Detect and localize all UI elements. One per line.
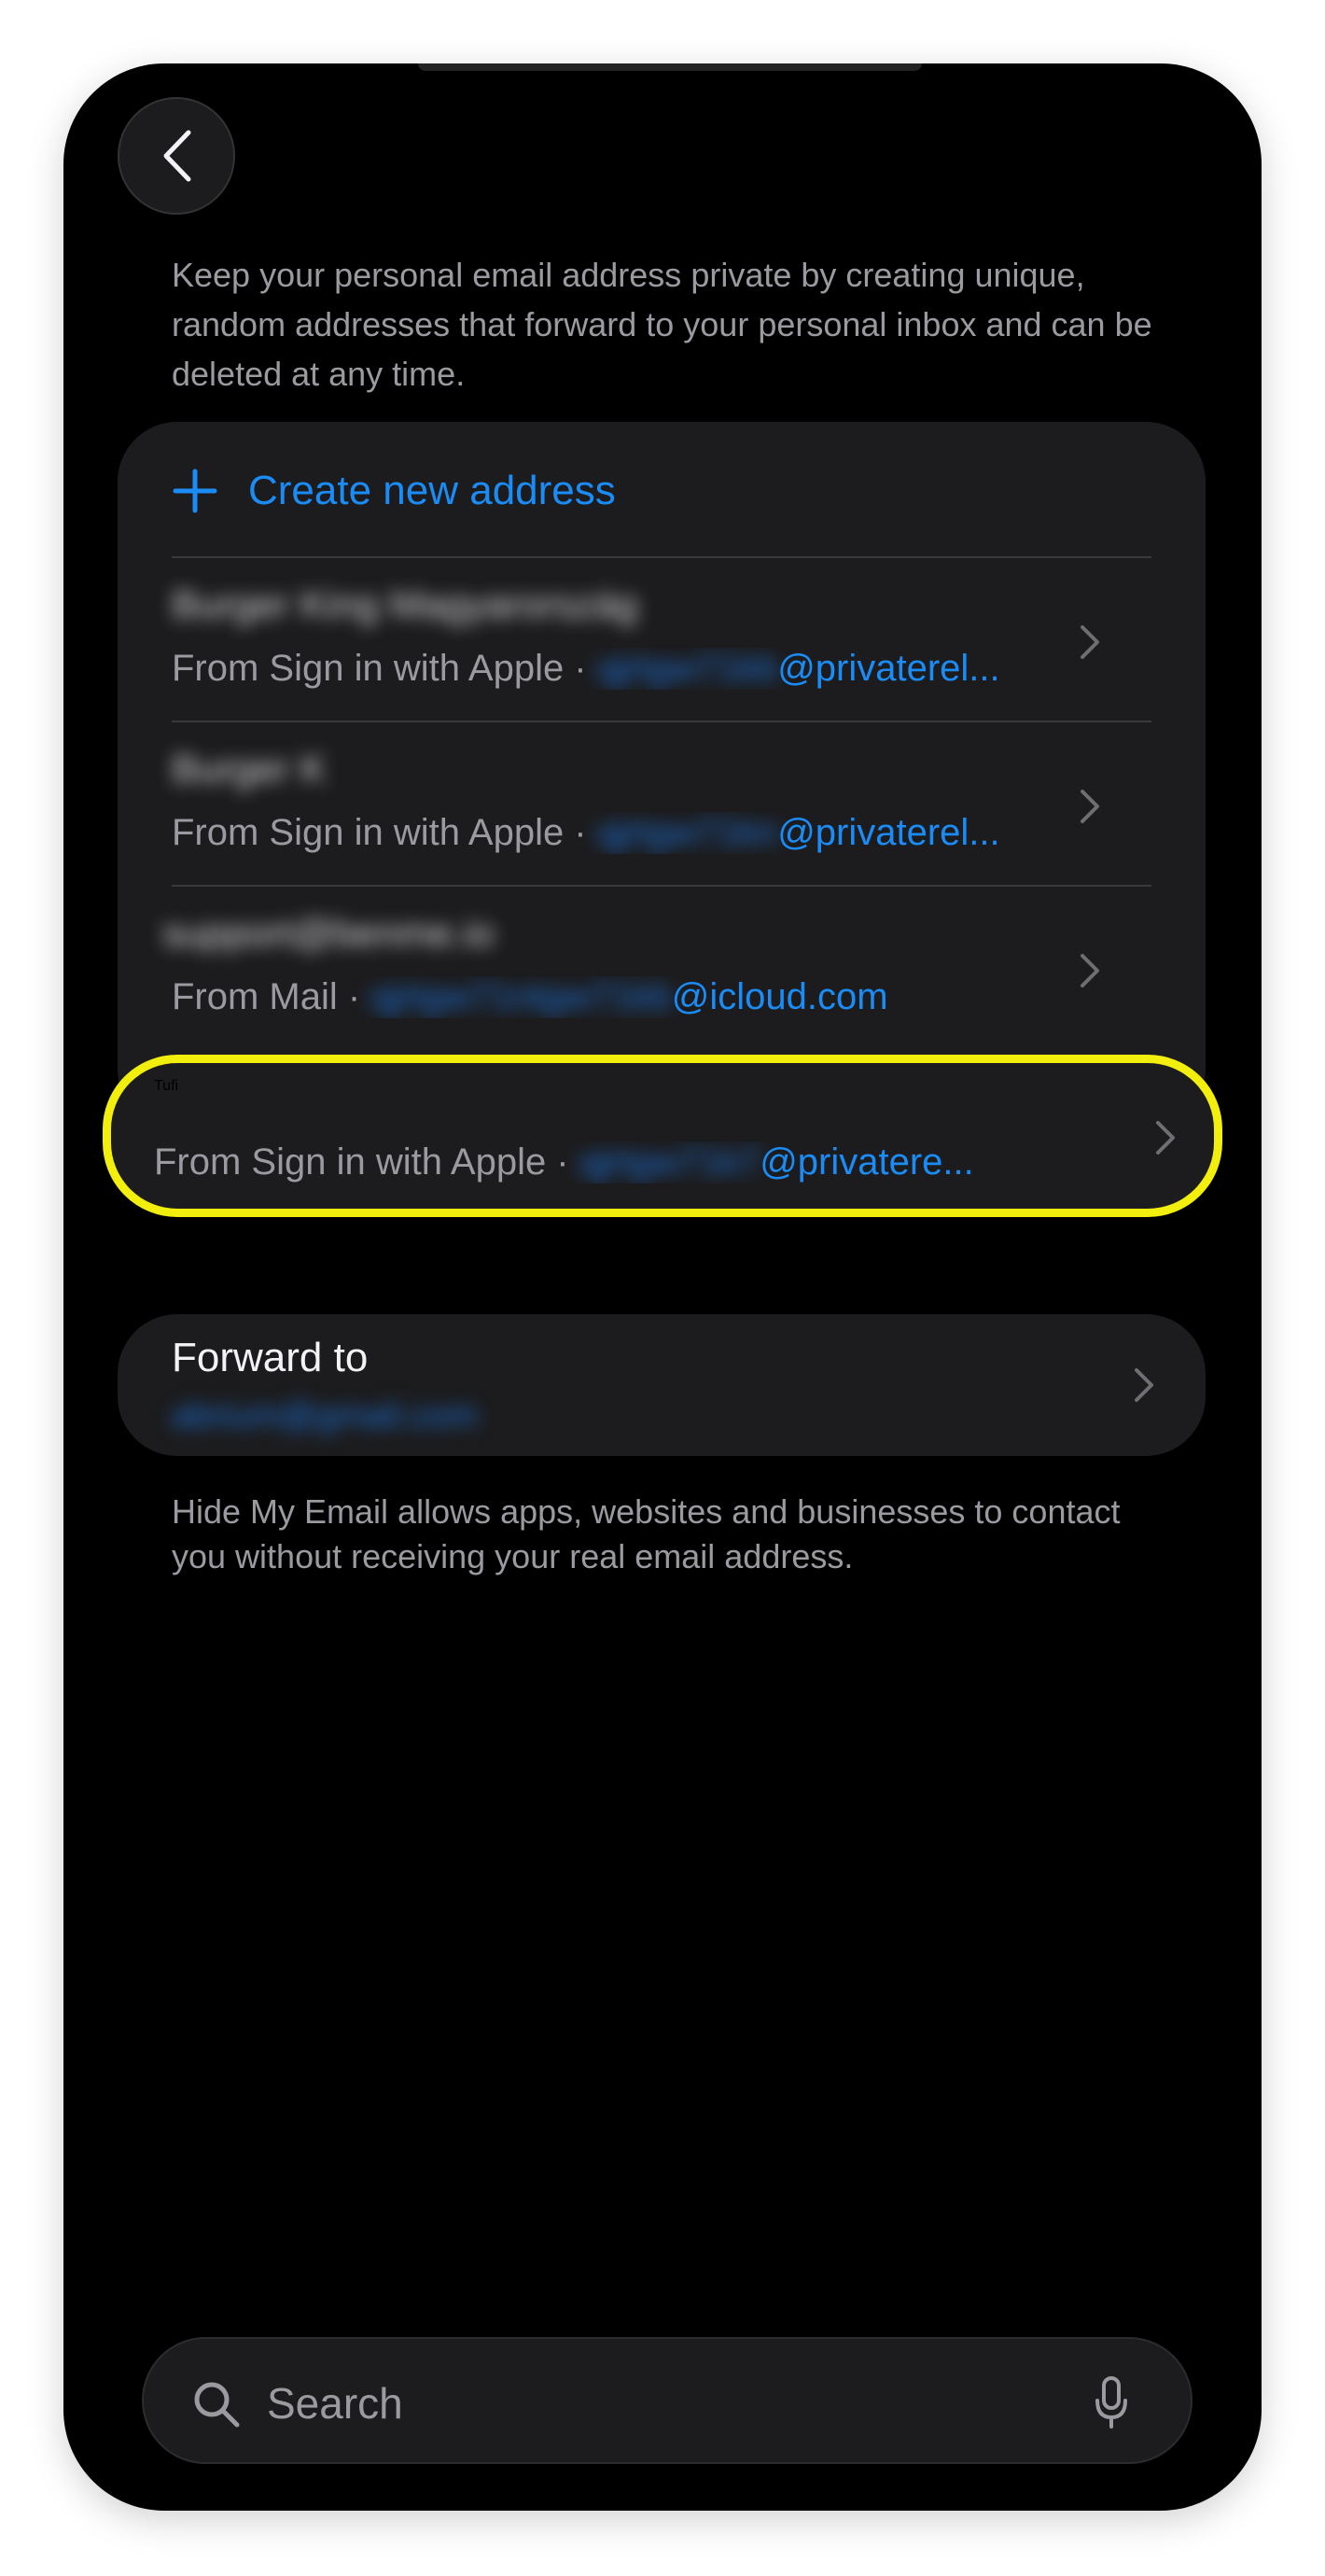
plus-icon [173,469,217,513]
intro-description: Keep your personal email address private… [172,256,1152,393]
chevron-left-icon [163,130,191,182]
address-subtitle: From Sign in with Apple · qjrtgw71kn@pri… [172,812,1105,854]
chevron-right-icon [1081,625,1099,659]
address-row[interactable]: Burger K From Sign in with Apple · qjrtg… [172,722,1151,887]
address-row[interactable]: support@benme.io From Mail · qjrtgw71ntg… [162,887,1151,1051]
address-source: From Mail · [172,976,371,1017]
magnifier-icon [194,2382,240,2428]
address-title: Tufi [154,1078,179,1094]
create-new-address-label: Create new address [248,468,616,513]
search-bar[interactable] [142,2337,1192,2464]
highlighted-address-row[interactable]: Tufi From Sign in with Apple · qjrtgw71k… [103,1055,1222,1217]
forward-to-label: Forward to [172,1335,369,1380]
chevron-right-icon [1135,1368,1153,1402]
address-title: support@benme.io [162,911,495,955]
address-email-local: qjrtgw71ntgw71kb [370,976,672,1017]
address-email-domain: @privatere... [760,1141,974,1183]
address-subtitle: From Mail · qjrtgw71ntgw71kb@icloud.com [172,976,1105,1018]
phone-screen: Keep your personal email address private… [63,63,1262,2511]
address-email-domain: @privaterel... [777,812,1000,853]
address-subtitle: From Sign in with Apple · qjrtgw71kb@pri… [172,648,1105,690]
search-input[interactable] [265,2367,1071,2440]
address-email-domain: @privaterel... [777,648,1000,689]
footnote-text: Hide My Email allows apps, websites and … [172,1492,1121,1575]
address-title: Burger King Magyarország [172,582,638,626]
chevron-right-icon [1081,790,1099,823]
create-new-address-button[interactable]: Create new address [172,422,1151,560]
dynamic-island [418,63,922,71]
chevron-right-icon [1081,954,1099,987]
address-email-local: qjrtgw71kn [596,812,778,853]
address-subtitle: From Sign in with Apple · qjrtgw71k7@pri… [154,1141,1134,1183]
back-button[interactable] [118,97,235,215]
address-email-domain: @icloud.com [671,976,888,1017]
address-title: Burger K [172,747,327,791]
forward-to-email: abrium@gmail.com [172,1396,478,1435]
microphone-icon[interactable] [1094,2376,1129,2430]
forward-to-row[interactable]: Forward to abrium@gmail.com [118,1314,1206,1456]
address-email-local: qjrtgw71kb [596,648,778,689]
address-source: From Sign in with Apple · [172,648,597,689]
address-source: From Sign in with Apple · [154,1141,579,1183]
address-email-local: qjrtgw71k7 [579,1141,760,1183]
address-source: From Sign in with Apple · [172,812,597,853]
chevron-right-icon [1156,1121,1175,1155]
address-row[interactable]: Burger King Magyarország From Sign in wi… [172,558,1151,722]
